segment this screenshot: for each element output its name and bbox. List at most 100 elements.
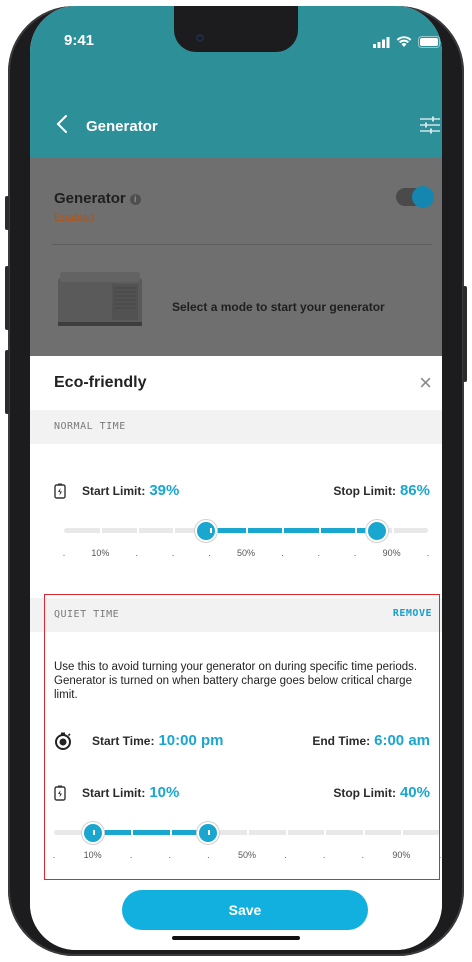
quiet-end-time-label: End Time: <box>312 734 371 748</box>
tick-label: . <box>361 850 365 860</box>
generator-image <box>58 272 142 326</box>
slider-segment-divider <box>401 830 404 835</box>
tick-label: . <box>135 548 139 558</box>
normal-stop-thumb[interactable] <box>366 520 389 542</box>
slider-segment-divider <box>208 830 211 835</box>
quiet-stop-value: 40% <box>399 784 430 801</box>
tick-label: . <box>438 850 442 860</box>
slider-segment-divider <box>318 528 321 533</box>
normal-stop-value: 86% <box>399 482 430 499</box>
quiet-start-time-group: Start Time: 10:00 pm <box>54 732 224 750</box>
quiet-start-group: Start Limit: 10% <box>54 784 179 801</box>
tick-label: . <box>168 850 172 860</box>
quiet-start-value: 10% <box>149 784 180 801</box>
battery-status-icon <box>418 36 442 48</box>
quiet-stop-group: Stop Limit: 40% <box>333 784 430 801</box>
tick-label: . <box>281 548 284 558</box>
tick-label: . <box>52 850 56 860</box>
sliders-icon[interactable] <box>420 116 440 139</box>
quiet-stop-label: Stop Limit: <box>333 786 396 800</box>
notch <box>174 6 298 52</box>
quiet-end-time-value[interactable]: 6:00 am <box>374 732 430 749</box>
quiet-times-row: Start Time: 10:00 pm End Time: 6:00 am <box>54 732 430 756</box>
home-indicator <box>172 936 300 940</box>
mode-prompt: Select a mode to start your generator <box>172 300 385 314</box>
normal-time-header: NORMAL TIME <box>30 410 442 444</box>
generator-title-text: Generator <box>54 190 126 207</box>
volume-up-button <box>5 266 9 330</box>
slider-segment-divider <box>247 830 249 835</box>
tick-label: . <box>129 850 133 860</box>
normal-stop-group: Stop Limit: 86% <box>333 482 430 499</box>
tick-label: 10% <box>83 850 102 860</box>
quiet-start-time-label: Start Time: <box>92 734 155 748</box>
close-icon[interactable]: × <box>419 372 432 394</box>
battery-icon <box>54 785 66 801</box>
tick-label: . <box>284 850 287 860</box>
save-button[interactable]: Save <box>122 890 368 930</box>
normal-range-slider[interactable] <box>64 520 428 542</box>
signal-icon <box>373 36 390 48</box>
slider-segment-divider <box>209 528 212 533</box>
generator-overview-panel: Generator i Enabled Select a mode to star… <box>30 158 442 356</box>
quiet-start-label: Start Limit: <box>82 786 146 800</box>
quiet-limits-row: Start Limit: 10% Stop Limit: 40% <box>54 784 430 808</box>
slider-segment-divider <box>92 830 95 835</box>
tick-label: 50% <box>236 548 256 558</box>
tick-label: . <box>171 548 175 558</box>
tick-label: . <box>322 850 326 860</box>
mute-switch <box>5 196 9 230</box>
normal-time-label: NORMAL TIME <box>54 421 126 432</box>
quiet-time-description: Use this to avoid turning your generator… <box>54 661 418 701</box>
generator-toggle[interactable] <box>396 186 434 208</box>
slider-segment-divider <box>169 830 172 835</box>
quiet-time-header: QUIET TIME REMOVE <box>30 598 442 632</box>
normal-start-group: Start Limit: 39% <box>54 482 179 499</box>
sheet-title: Eco-friendly <box>54 374 147 391</box>
divider <box>52 244 432 245</box>
wifi-icon <box>396 36 412 47</box>
normal-stop-label: Stop Limit: <box>333 484 396 498</box>
slider-segment-divider <box>324 830 327 835</box>
status-icons <box>373 36 442 48</box>
slider-segment-divider <box>246 528 248 533</box>
mode-bottom-sheet: Eco-friendly × NORMAL TIME Start Limit: … <box>30 356 442 950</box>
normal-start-value: 39% <box>149 482 180 499</box>
slider-segment-divider <box>100 528 103 533</box>
normal-range-fill <box>205 528 378 533</box>
tick-label: 90% <box>382 548 401 558</box>
volume-down-button <box>5 350 9 414</box>
normal-limits-row: Start Limit: 39% Stop Limit: 86% <box>54 482 430 506</box>
tick-label: . <box>62 548 66 558</box>
power-button <box>463 286 467 382</box>
slider-segment-divider <box>285 830 288 835</box>
slider-segment-divider <box>362 830 365 835</box>
back-chevron-icon[interactable] <box>56 114 68 137</box>
tick-label: . <box>208 548 211 558</box>
tick-label: . <box>207 850 210 860</box>
slider-segment-divider <box>282 528 285 533</box>
quiet-range-slider[interactable] <box>54 822 440 844</box>
tick-label: 50% <box>237 850 257 860</box>
generator-title: Generator i <box>54 190 141 207</box>
tick-label: . <box>353 548 357 558</box>
quiet-range-fill <box>92 830 209 835</box>
tick-label: . <box>426 548 430 558</box>
header-title: Generator <box>86 118 158 135</box>
generator-status: Enabled <box>54 212 95 224</box>
remove-quiet-time-button[interactable]: REMOVE <box>393 608 432 619</box>
tick-label: 90% <box>392 850 411 860</box>
normal-start-label: Start Limit: <box>82 484 146 498</box>
info-icon[interactable]: i <box>129 194 141 205</box>
slider-segment-divider <box>355 528 358 533</box>
slider-segment-divider <box>391 528 394 533</box>
slider-segment-divider <box>173 528 176 533</box>
battery-icon <box>54 483 66 499</box>
tick-label: 10% <box>91 548 110 558</box>
slider-segment-divider <box>131 830 134 835</box>
status-time: 9:41 <box>64 32 95 49</box>
quiet-start-time-value[interactable]: 10:00 pm <box>158 732 223 749</box>
stopwatch-icon <box>55 732 71 750</box>
normal-start-thumb[interactable] <box>194 520 217 542</box>
quiet-time-label: QUIET TIME <box>54 609 120 620</box>
